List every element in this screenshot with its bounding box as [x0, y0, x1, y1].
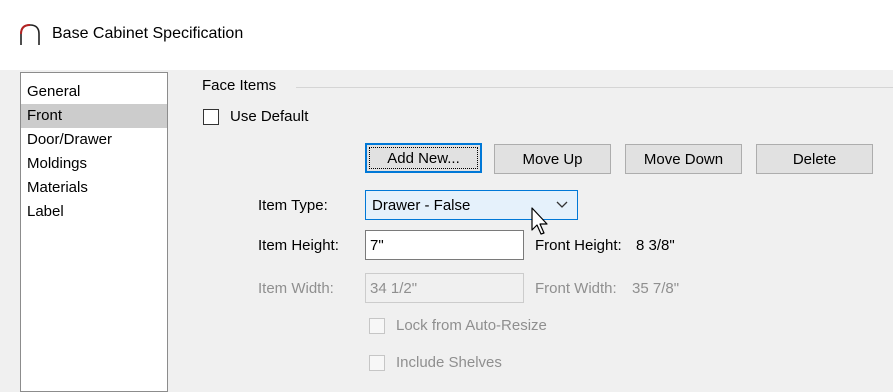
category-list[interactable]: General Front Door/Drawer Moldings Mater…: [20, 72, 168, 392]
move-up-button[interactable]: Move Up: [494, 144, 611, 174]
item-width-input[interactable]: [365, 273, 524, 303]
item-type-value: Drawer - False: [372, 197, 471, 214]
include-shelves-label: Include Shelves: [396, 354, 502, 371]
use-default-checkbox[interactable]: [203, 109, 219, 125]
include-shelves-checkbox[interactable]: [369, 355, 385, 371]
sidebar-item-front[interactable]: Front: [21, 104, 167, 128]
lock-auto-resize-checkbox[interactable]: [369, 318, 385, 334]
sidebar-item-general[interactable]: General: [21, 80, 167, 104]
item-width-label: Item Width:: [258, 280, 334, 297]
move-down-button[interactable]: Move Down: [625, 144, 742, 174]
sidebar-item-label[interactable]: Label: [21, 200, 167, 224]
arch-icon: [20, 24, 40, 45]
window-title: Base Cabinet Specification: [52, 25, 244, 42]
add-new-button[interactable]: Add New...: [365, 143, 482, 173]
group-divider: [296, 87, 893, 88]
sidebar-item-door-drawer[interactable]: Door/Drawer: [21, 128, 167, 152]
delete-button[interactable]: Delete: [756, 144, 873, 174]
focus-ring: [369, 147, 478, 169]
front-height-value: 8 3/8": [636, 237, 675, 254]
front-height-label: Front Height:: [535, 237, 622, 254]
item-height-label: Item Height:: [258, 237, 339, 254]
front-width-label: Front Width:: [535, 280, 617, 297]
chevron-down-icon: [556, 201, 568, 208]
item-height-input[interactable]: [365, 230, 524, 260]
mouse-cursor-icon: [531, 207, 548, 235]
use-default-label[interactable]: Use Default: [230, 108, 308, 125]
title-bar: Base Cabinet Specification: [0, 0, 893, 70]
lock-auto-resize-label: Lock from Auto-Resize: [396, 317, 547, 334]
front-width-value: 35 7/8": [632, 280, 680, 297]
item-type-label: Item Type:: [258, 197, 328, 214]
sidebar-item-materials[interactable]: Materials: [21, 176, 167, 200]
face-items-group-label: Face Items: [202, 77, 283, 94]
sidebar-item-moldings[interactable]: Moldings: [21, 152, 167, 176]
